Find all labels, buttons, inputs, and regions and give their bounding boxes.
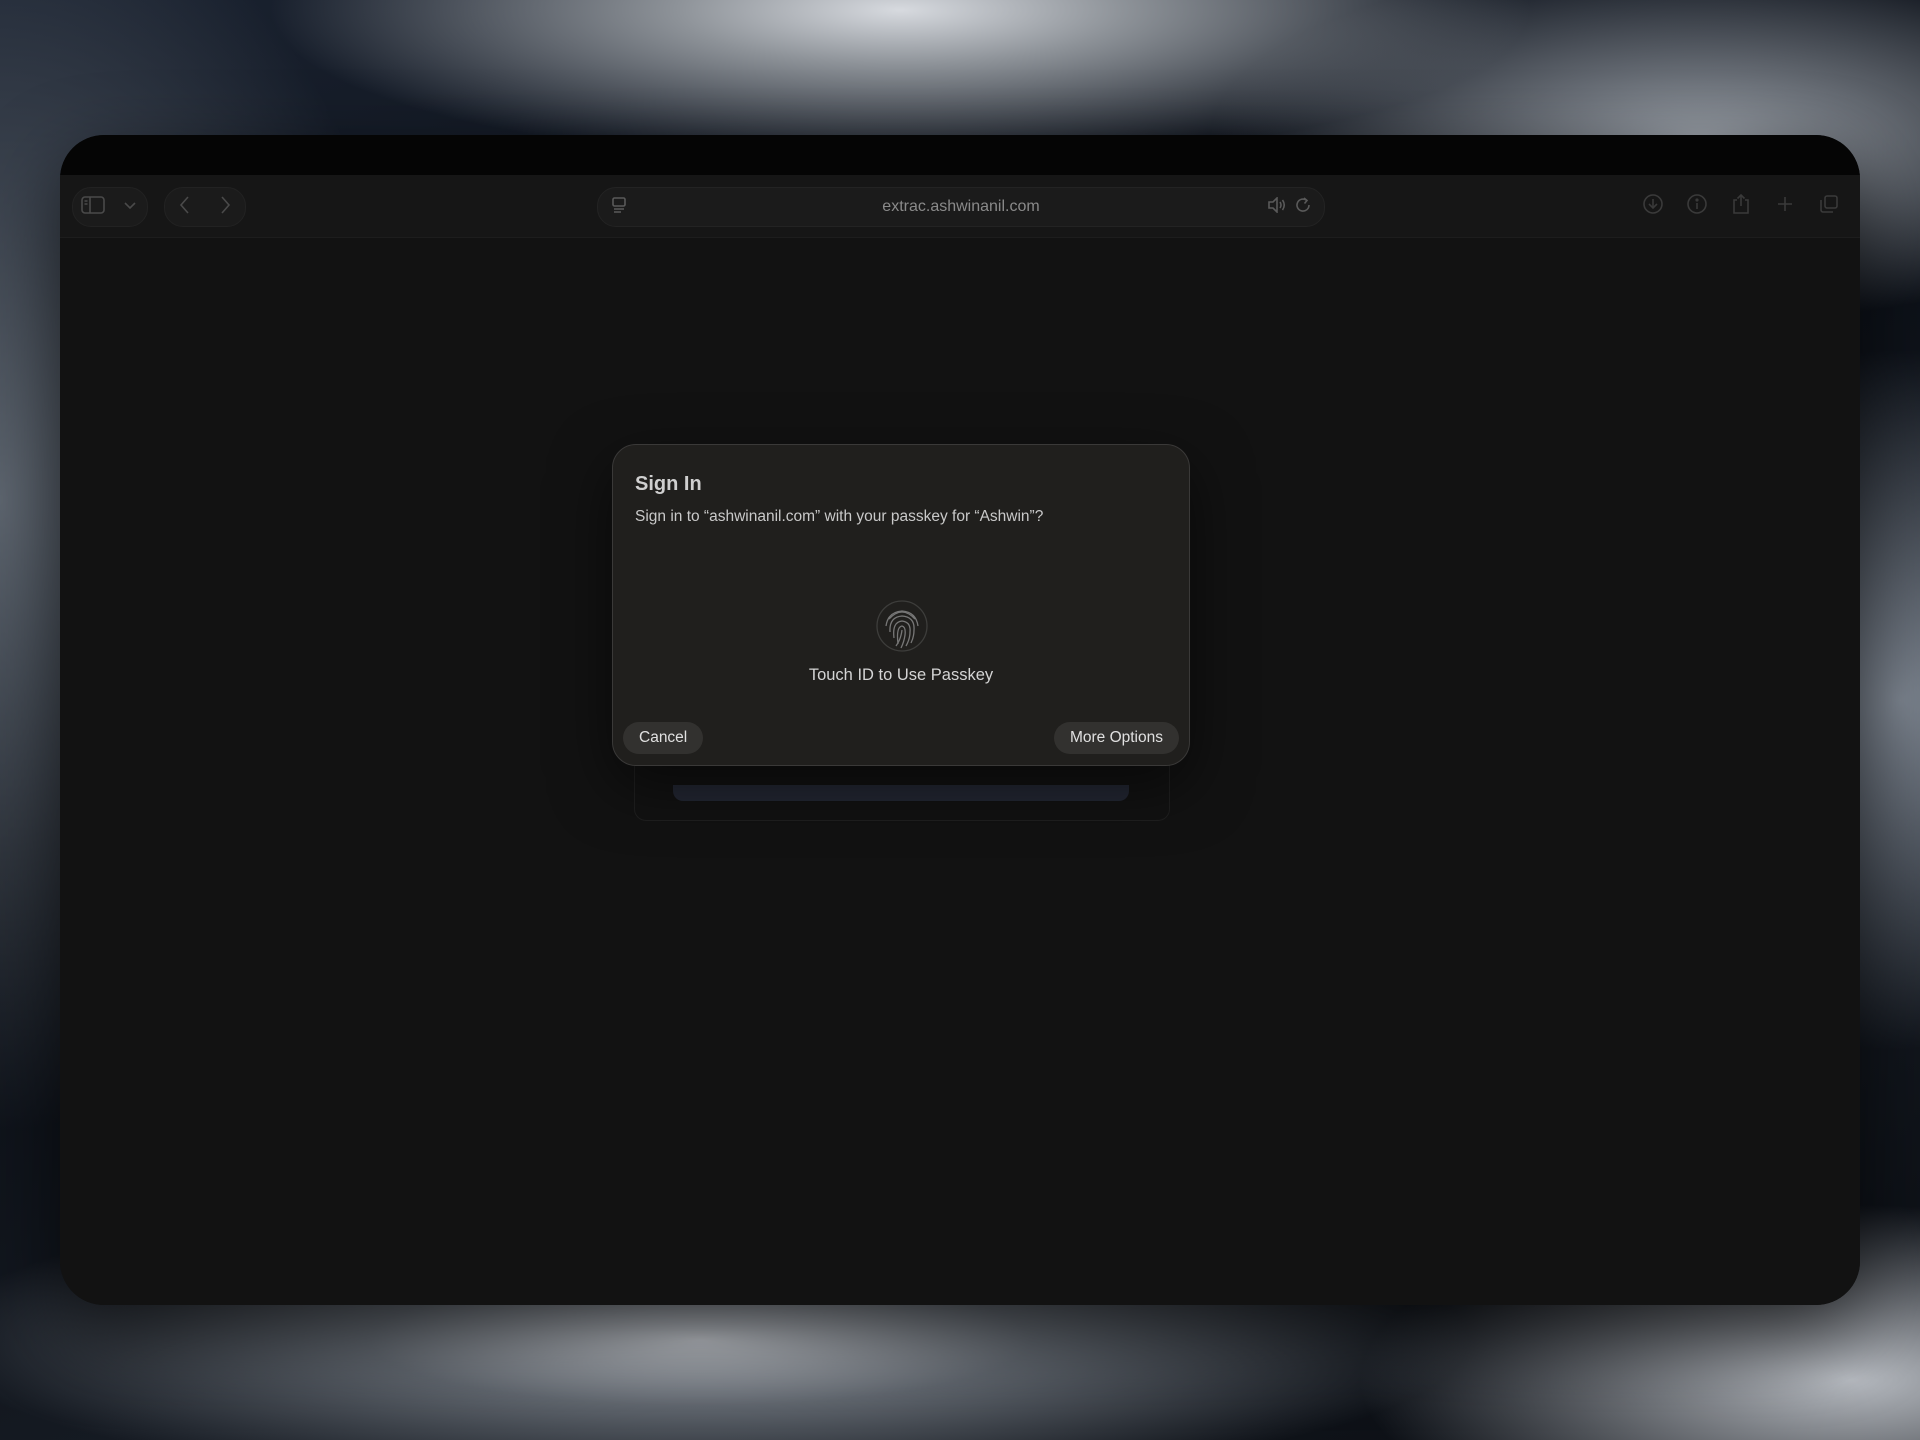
- browser-toolbar: extrac.ashwinanil.com: [60, 175, 1860, 238]
- tab-overview-button[interactable]: [1808, 187, 1850, 225]
- sidebar-icon: [81, 195, 105, 220]
- forward-button[interactable]: [205, 188, 245, 226]
- address-bar[interactable]: extrac.ashwinanil.com: [597, 187, 1325, 227]
- window-title-band: [60, 135, 1860, 175]
- passkey-sign-in-dialog: Sign In Sign in to “ashwinanil.com” with…: [612, 444, 1190, 766]
- share-button[interactable]: [1720, 187, 1762, 225]
- tab-group-menu-button[interactable]: [113, 188, 147, 226]
- navigation-controls: [164, 187, 246, 227]
- new-tab-button[interactable]: [1764, 187, 1806, 225]
- reload-button[interactable]: [1290, 188, 1316, 226]
- touch-id-prompt: Touch ID to Use Passkey: [808, 666, 994, 684]
- download-icon: [1642, 193, 1664, 220]
- mute-audio-button[interactable]: [1264, 188, 1290, 226]
- reload-icon: [1294, 196, 1312, 219]
- dialog-message: Sign in to “ashwinanil.com” with your pa…: [635, 508, 1044, 525]
- sidebar-controls: [72, 187, 148, 227]
- fingerprint-icon: [875, 599, 929, 653]
- tabs-overview-icon: [1818, 193, 1840, 220]
- dialog-title: Sign In: [635, 473, 702, 495]
- toolbar-actions: [1632, 187, 1850, 225]
- url-text: extrac.ashwinanil.com: [882, 198, 1040, 215]
- forward-icon: [219, 195, 231, 220]
- downloads-button[interactable]: [1632, 187, 1674, 225]
- info-icon: [1686, 193, 1708, 220]
- back-button[interactable]: [165, 188, 205, 226]
- page-button-behind-dialog: [673, 785, 1129, 801]
- speaker-icon: [1267, 195, 1287, 218]
- page-info-button[interactable]: [1676, 187, 1718, 225]
- back-icon: [179, 195, 191, 220]
- plus-icon: [1776, 195, 1794, 218]
- share-icon: [1731, 193, 1751, 220]
- more-options-button[interactable]: More Options: [1053, 722, 1179, 754]
- sidebar-toggle-button[interactable]: [73, 188, 113, 226]
- chevron-down-icon: [123, 198, 137, 216]
- cancel-button[interactable]: Cancel: [623, 722, 704, 754]
